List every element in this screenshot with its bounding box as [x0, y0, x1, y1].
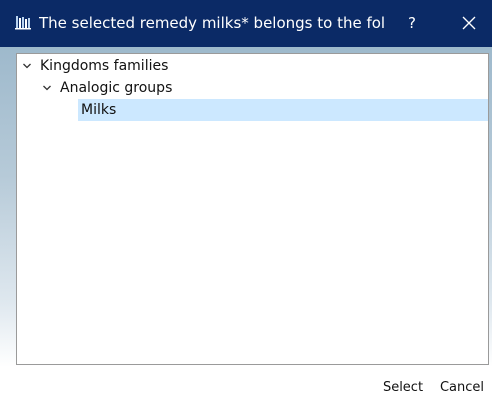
tree-item-label: Kingdoms families: [40, 58, 169, 74]
bookshelf-icon: [15, 16, 31, 30]
title-bar[interactable]: The selected remedy milks* belongs to th…: [0, 0, 492, 47]
dialog-window: The selected remedy milks* belongs to th…: [0, 0, 492, 395]
help-button[interactable]: ?: [395, 6, 429, 40]
select-button[interactable]: Select: [380, 377, 426, 395]
tree-item-label: Analogic groups: [60, 80, 173, 96]
tree-item-analogic-groups[interactable]: Analogic groups: [17, 77, 488, 99]
tree-item-milks[interactable]: Milks: [78, 99, 488, 121]
group-tree-view[interactable]: Kingdoms families Analogic groups Milks: [16, 53, 489, 365]
tree-item-kingdoms-families[interactable]: Kingdoms families: [17, 55, 488, 77]
window-title: The selected remedy milks* belongs to th…: [39, 14, 384, 32]
close-icon: [462, 16, 476, 30]
tree-item-label: Milks: [81, 102, 117, 118]
cancel-button[interactable]: Cancel: [438, 377, 486, 395]
chevron-down-icon[interactable]: [22, 61, 32, 71]
close-button[interactable]: [452, 6, 486, 40]
chevron-down-icon[interactable]: [42, 83, 52, 93]
